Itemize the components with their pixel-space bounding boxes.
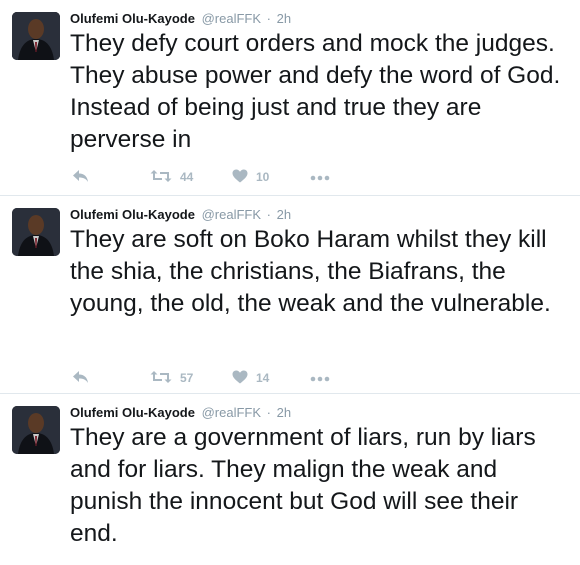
reply-button[interactable] (72, 167, 90, 187)
heart-icon (232, 370, 248, 387)
avatar[interactable] (12, 12, 60, 60)
like-count: 14 (256, 371, 270, 385)
reply-button[interactable] (72, 368, 90, 388)
tweet-feed: Olufemi Olu-Kayode @realFFK · 2h They de… (0, 0, 580, 565)
timestamp[interactable]: 2h (277, 405, 291, 420)
tweet-actions: 44 10 (70, 167, 370, 187)
tweet-header: Olufemi Olu-Kayode @realFFK · 2h (70, 10, 291, 27)
tweet-text: They defy court orders and mock the judg… (70, 30, 561, 153)
more-icon (310, 170, 330, 184)
tweet-text: They are soft on Boko Haram whilst they … (70, 226, 551, 317)
tweet-text: They are a government of liars, run by l… (70, 424, 536, 547)
timestamp[interactable]: 2h (277, 207, 291, 222)
author-handle[interactable]: @realFFK (202, 11, 261, 26)
retweet-icon (150, 169, 172, 186)
retweet-button[interactable]: 57 (150, 368, 193, 388)
like-count: 10 (256, 170, 270, 184)
retweet-count: 57 (180, 371, 194, 385)
tweet-card[interactable]: Olufemi Olu-Kayode @realFFK · 2h They de… (0, 0, 580, 196)
author-handle[interactable]: @realFFK (202, 207, 261, 222)
timestamp[interactable]: 2h (277, 11, 291, 26)
more-button[interactable] (310, 368, 330, 388)
author-name[interactable]: Olufemi Olu-Kayode (70, 11, 195, 26)
retweet-button[interactable]: 44 (150, 167, 193, 187)
tweet-actions: 57 14 (70, 368, 370, 388)
avatar[interactable] (12, 406, 60, 454)
like-button[interactable]: 10 (232, 167, 269, 187)
reply-icon (72, 169, 90, 186)
more-icon (310, 371, 330, 385)
author-handle[interactable]: @realFFK (202, 405, 261, 420)
retweet-count: 44 (180, 170, 194, 184)
author-name[interactable]: Olufemi Olu-Kayode (70, 405, 195, 420)
more-button[interactable] (310, 167, 330, 187)
tweet-card[interactable]: Olufemi Olu-Kayode @realFFK · 2h They ar… (0, 196, 580, 394)
tweet-card[interactable]: Olufemi Olu-Kayode @realFFK · 2h They ar… (0, 394, 580, 565)
tweet-header: Olufemi Olu-Kayode @realFFK · 2h (70, 404, 291, 421)
tweet-header: Olufemi Olu-Kayode @realFFK · 2h (70, 206, 291, 223)
author-name[interactable]: Olufemi Olu-Kayode (70, 207, 195, 222)
avatar[interactable] (12, 208, 60, 256)
like-button[interactable]: 14 (232, 368, 269, 388)
reply-icon (72, 370, 90, 387)
retweet-icon (150, 370, 172, 387)
separator: · (266, 207, 271, 222)
separator: · (266, 11, 271, 26)
heart-icon (232, 169, 248, 186)
separator: · (266, 405, 271, 420)
